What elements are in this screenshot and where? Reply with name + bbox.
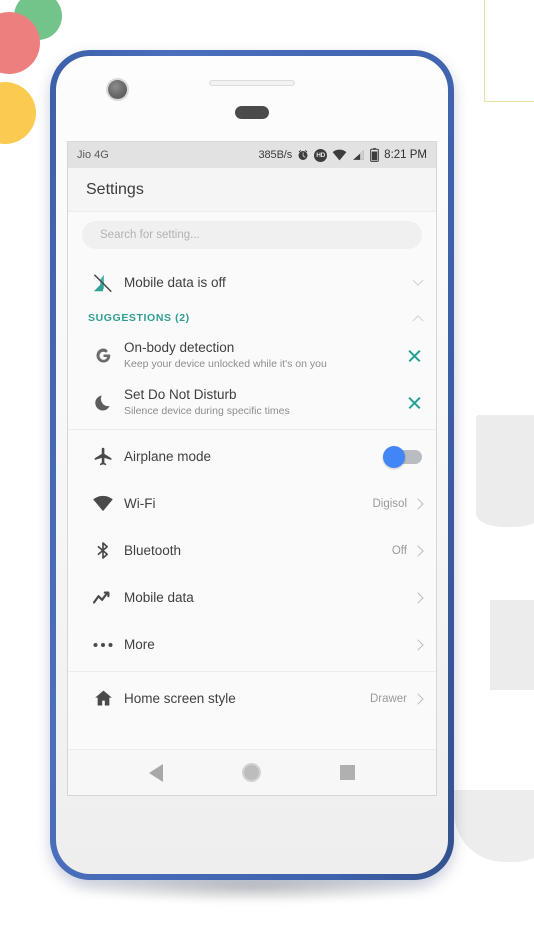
row-tail[interactable] <box>412 274 424 287</box>
chevron-right-icon[interactable] <box>412 497 424 510</box>
settings-scroll-body[interactable]: Search for setting... Mobile data is off… <box>68 212 436 749</box>
setting-value: Drawer <box>369 692 407 705</box>
chevron-right-icon[interactable] <box>412 692 424 705</box>
section-divider <box>68 429 436 430</box>
chevron-right-icon[interactable] <box>412 638 424 651</box>
toggle-thumb[interactable] <box>383 445 405 468</box>
phone-screen: Jio 4G 385B/s HD 8:21 PM Settings Search… <box>67 141 437 796</box>
row-title: Mobile data is off <box>124 275 226 290</box>
setting-row-airplane-mode[interactable]: Airplane mode <box>68 433 436 480</box>
suggestion-subtitle: Keep your device unlocked while it's on … <box>124 358 327 370</box>
cellular-signal-icon <box>353 150 365 160</box>
hd-badge-icon: HD <box>314 148 328 162</box>
row-text: More <box>124 636 414 653</box>
chevron-right-icon[interactable] <box>412 591 424 604</box>
crescent-moon-icon <box>82 393 124 413</box>
clock-label: 8:21 PM <box>384 149 427 161</box>
row-tail[interactable]: Digisol <box>372 497 424 510</box>
bluetooth-icon <box>82 540 124 561</box>
phone-body: Jio 4G 385B/s HD 8:21 PM Settings Search… <box>56 56 448 874</box>
more-dots-icon <box>82 642 124 648</box>
carrier-label: Jio 4G <box>77 149 109 161</box>
close-icon[interactable] <box>407 395 422 410</box>
row-mobile-data-status[interactable]: Mobile data is off <box>68 259 436 306</box>
setting-row-bluetooth[interactable]: Bluetooth Off <box>68 527 436 574</box>
proximity-sensor-icon <box>235 106 269 119</box>
google-g-icon <box>82 345 124 366</box>
page-title: Settings <box>86 180 144 198</box>
row-tail[interactable]: Off <box>391 544 424 557</box>
row-text: Mobile data <box>124 589 414 606</box>
status-bar: Jio 4G 385B/s HD 8:21 PM <box>68 142 436 168</box>
suggestion-subtitle: Silence device during specific times <box>124 405 290 417</box>
mobile-data-off-icon <box>82 272 124 294</box>
search-input[interactable]: Search for setting... <box>82 221 422 249</box>
row-text: Wi-Fi <box>124 495 372 512</box>
suggestion-set-do-not-disturb[interactable]: Set Do Not Disturb Silence device during… <box>68 379 436 426</box>
wifi-icon <box>82 495 124 512</box>
decor-gray-rect <box>490 600 534 690</box>
row-text: Set Do Not Disturb Silence device during… <box>124 386 407 419</box>
row-text: Airplane mode <box>124 448 386 465</box>
home-circle-icon[interactable] <box>241 763 261 782</box>
decor-dot-yellow <box>0 82 36 144</box>
suggestion-title: On-body detection <box>124 340 235 355</box>
setting-label: Wi-Fi <box>124 496 156 511</box>
wifi-icon <box>332 149 347 161</box>
setting-row-wifi[interactable]: Wi-Fi Digisol <box>68 480 436 527</box>
suggestions-header[interactable]: SUGGESTIONS (2) <box>68 306 436 332</box>
android-navigation-bar <box>68 749 436 795</box>
row-text: Bluetooth <box>124 542 392 559</box>
decor-gray-blob <box>454 790 534 862</box>
battery-icon <box>370 148 379 162</box>
row-tail[interactable]: Drawer <box>369 692 424 705</box>
row-tail[interactable] <box>412 591 424 604</box>
section-divider <box>68 671 436 672</box>
decor-outline-rect <box>484 0 534 102</box>
chevron-down-icon[interactable] <box>412 274 424 286</box>
front-camera-icon <box>108 80 127 99</box>
row-tail[interactable] <box>383 445 422 468</box>
recents-square-icon[interactable] <box>339 765 355 780</box>
setting-label: More <box>124 637 155 652</box>
setting-label: Bluetooth <box>124 543 182 558</box>
phone-device: Jio 4G 385B/s HD 8:21 PM Settings Search… <box>50 50 454 880</box>
setting-label: Mobile data <box>124 590 194 605</box>
row-text: Mobile data is off <box>124 274 414 291</box>
setting-value: Off <box>391 544 407 557</box>
setting-row-mobile-data[interactable]: Mobile data <box>68 574 436 621</box>
earpiece-speaker <box>209 80 295 86</box>
alarm-clock-icon <box>298 150 308 160</box>
chevron-right-icon[interactable] <box>412 544 424 557</box>
row-tail[interactable] <box>412 638 424 651</box>
network-speed-label: 385B/s <box>258 149 293 161</box>
setting-label: Airplane mode <box>124 449 212 464</box>
airplane-icon <box>82 446 124 467</box>
back-triangle-icon[interactable] <box>149 763 164 782</box>
mobile-data-icon <box>82 589 124 607</box>
row-tail[interactable] <box>407 395 422 410</box>
setting-row-home-screen-style[interactable]: Home screen style Drawer <box>68 675 436 722</box>
suggestion-on-body-detection[interactable]: On-body detection Keep your device unloc… <box>68 332 436 379</box>
row-tail[interactable] <box>407 348 422 363</box>
status-icons-group: 385B/s HD 8:21 PM <box>259 148 427 162</box>
row-text: On-body detection Keep your device unloc… <box>124 339 407 372</box>
row-text: Home screen style <box>124 690 370 707</box>
decor-gray-flag <box>476 415 534 527</box>
setting-row-more[interactable]: More <box>68 621 436 668</box>
suggestions-title: SUGGESTIONS (2) <box>88 312 190 324</box>
chevron-up-icon[interactable] <box>412 315 424 327</box>
setting-label: Home screen style <box>124 691 236 706</box>
setting-value: Digisol <box>372 497 407 510</box>
search-placeholder-text: Search for setting... <box>100 229 200 241</box>
app-bar: Settings <box>68 168 436 212</box>
screenshot-stage: Jio 4G 385B/s HD 8:21 PM Settings Search… <box>0 0 534 932</box>
close-icon[interactable] <box>407 348 422 363</box>
search-container: Search for setting... <box>68 212 436 259</box>
suggestion-title: Set Do Not Disturb <box>124 387 237 402</box>
home-icon <box>82 688 124 709</box>
airplane-mode-toggle[interactable] <box>383 445 422 468</box>
